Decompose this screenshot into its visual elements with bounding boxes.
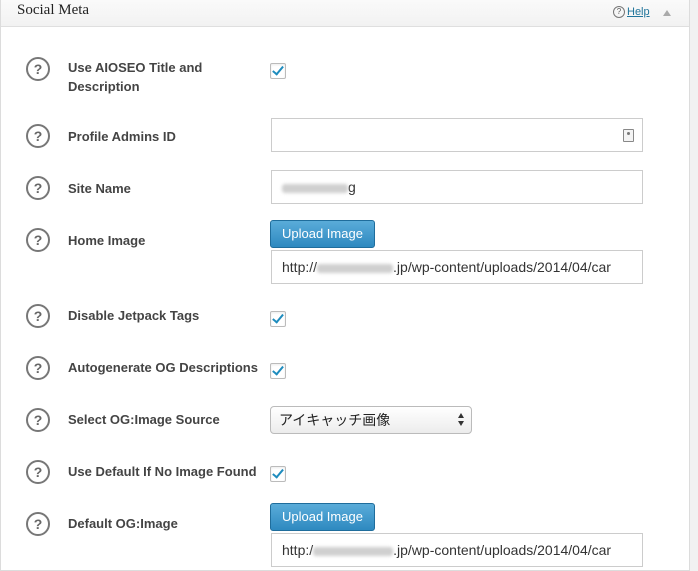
profile-admins-id-input[interactable]	[271, 118, 643, 152]
contact-card-icon[interactable]	[623, 129, 634, 142]
site-name-value: g	[348, 179, 356, 195]
label-autogenerate-og: Autogenerate OG Descriptions	[68, 360, 258, 375]
site-name-input[interactable]: g	[271, 170, 643, 204]
checkbox-autogenerate-og[interactable]	[270, 363, 286, 379]
url-suffix: .jp/wp-content/uploads/2014/04/car	[393, 542, 612, 558]
label-default-og-image: Default OG:Image	[68, 516, 178, 531]
help-icon-og-image-source[interactable]: ?	[26, 408, 50, 432]
upload-image-button-default[interactable]: Upload Image	[270, 503, 375, 531]
home-image-url-input[interactable]: http:// .jp/wp-content/uploads/2014/04/ca…	[271, 250, 643, 284]
help-icon-autogenerate-og[interactable]: ?	[26, 356, 50, 380]
select-arrows-icon	[458, 413, 466, 427]
help-icon-default-og-image[interactable]: ?	[26, 512, 50, 536]
url-prefix: http:/	[282, 542, 314, 558]
checkbox-disable-jetpack-tags[interactable]	[270, 311, 286, 327]
url-prefix: http://	[282, 259, 318, 275]
url-suffix: .jp/wp-content/uploads/2014/04/car	[393, 259, 611, 275]
help-icon-use-default-image[interactable]: ?	[26, 460, 50, 484]
help-icon-home-image[interactable]: ?	[26, 228, 50, 252]
help-icon-profile-admins[interactable]: ?	[26, 124, 50, 148]
redacted-domain	[313, 546, 394, 556]
label-profile-admins-id: Profile Admins ID	[68, 129, 176, 144]
label-home-image: Home Image	[68, 233, 146, 248]
collapse-toggle-icon[interactable]	[663, 10, 671, 16]
help-link-label: Help	[627, 6, 650, 18]
panel-title: Social Meta	[17, 2, 90, 18]
help-icon-use-aioseo[interactable]: ?	[26, 57, 50, 81]
default-og-image-url-input[interactable]: http:/ .jp/wp-content/uploads/2014/04/car	[271, 533, 643, 567]
label-og-image-source: Select OG:Image Source	[68, 412, 220, 427]
help-circle-small-icon: ?	[613, 6, 625, 18]
panel-header: Social Meta ? Help	[1, 0, 689, 27]
label-disable-jetpack-tags: Disable Jetpack Tags	[68, 308, 200, 323]
label-line-2: Description	[68, 79, 140, 94]
redacted-text	[282, 183, 348, 193]
help-icon-disable-jetpack[interactable]: ?	[26, 304, 50, 328]
upload-image-button-home[interactable]: Upload Image	[270, 220, 375, 248]
checkbox-use-aioseo-title[interactable]	[270, 63, 286, 79]
help-icon-site-name[interactable]: ?	[26, 176, 50, 200]
label-site-name: Site Name	[68, 181, 131, 196]
checkbox-use-default-image[interactable]	[270, 466, 286, 482]
social-meta-panel: Social Meta ? Help ? Use AIOSEO Title and…	[0, 0, 690, 571]
label-use-default-image: Use Default If No Image Found	[68, 464, 257, 479]
label-line-1: Use AIOSEO Title and	[68, 60, 203, 75]
label-use-aioseo-title: Use AIOSEO Title and Description	[68, 58, 202, 96]
help-link[interactable]: ? Help	[613, 6, 650, 18]
redacted-domain	[317, 263, 394, 273]
og-image-source-selected: アイキャッチ画像	[279, 412, 391, 428]
og-image-source-select[interactable]: アイキャッチ画像	[270, 406, 472, 434]
